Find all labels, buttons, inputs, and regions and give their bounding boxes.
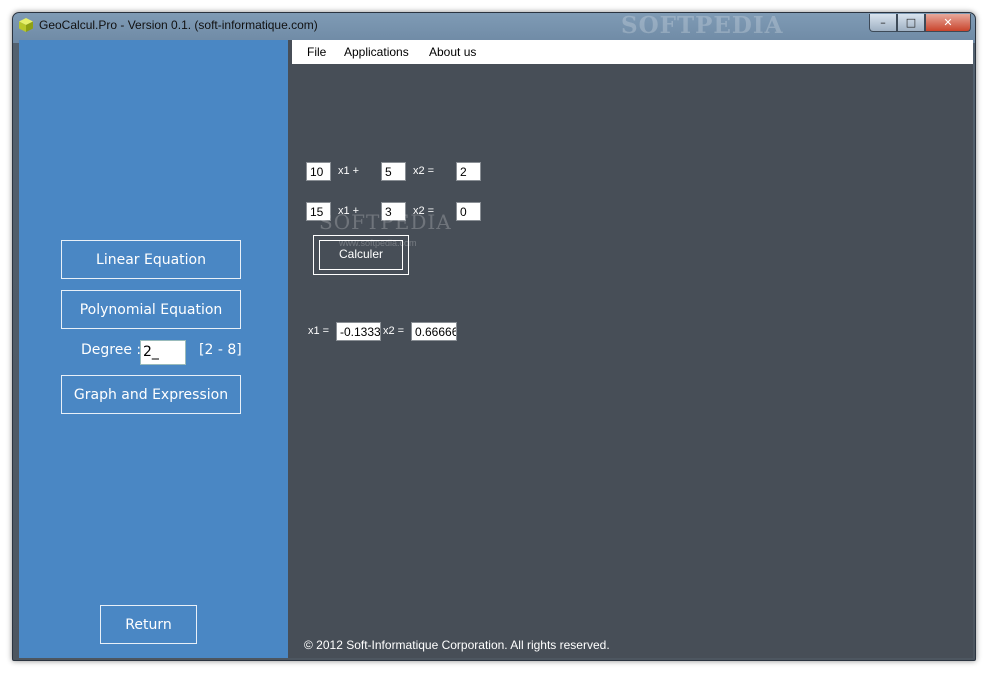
eq1-constant[interactable]: 2 <box>456 162 481 181</box>
copyright-text: © 2012 Soft-Informatique Corporation. Al… <box>304 638 610 652</box>
sidebar: Linear Equation Polynomial Equation Degr… <box>19 40 288 658</box>
menu-applications[interactable]: Applications <box>344 45 409 59</box>
close-button[interactable]: ✕ <box>925 14 971 32</box>
result-x2-value: 0.66666 <box>411 322 457 341</box>
title-bar[interactable]: GeoCalcul.Pro - Version 0.1. (soft-infor… <box>13 12 975 40</box>
calculate-button[interactable]: Calculer <box>319 240 403 270</box>
return-button[interactable]: Return <box>100 605 197 644</box>
eq1-x1-label: x1 + <box>338 165 360 177</box>
result-x1-label: x1 = <box>308 325 330 337</box>
eq1-coefficient-b[interactable]: 5 <box>381 162 406 181</box>
graph-expression-button[interactable]: Graph and Expression <box>61 375 241 414</box>
result-x1-value: -0.13333 <box>336 322 381 341</box>
menu-about-us[interactable]: About us <box>429 45 476 59</box>
client-area: Linear Equation Polynomial Equation Degr… <box>19 40 973 658</box>
window-controls: – □ ✕ <box>869 14 971 32</box>
eq2-constant[interactable]: 0 <box>456 202 481 221</box>
eq1-x2-label: x2 = <box>413 165 435 177</box>
app-window: GeoCalcul.Pro - Version 0.1. (soft-infor… <box>12 12 976 661</box>
result-x2-label: x2 = <box>383 325 405 337</box>
softpedia-watermark: SOFTPEDIA <box>621 12 784 39</box>
degree-label: Degree : <box>81 342 142 358</box>
minimize-button[interactable]: – <box>869 14 897 32</box>
window-title: GeoCalcul.Pro - Version 0.1. (soft-infor… <box>39 18 318 32</box>
softpedia-watermark-center: SOFTPEDIA <box>319 210 452 234</box>
degree-range-label: [2 - 8] <box>199 342 242 358</box>
menu-file[interactable]: File <box>307 45 326 59</box>
polynomial-equation-button[interactable]: Polynomial Equation <box>61 290 241 329</box>
linear-equation-button[interactable]: Linear Equation <box>61 240 241 279</box>
eq1-coefficient-a[interactable]: 10 <box>306 162 331 181</box>
degree-input[interactable]: 2_ <box>140 340 186 365</box>
app-cube-icon <box>19 18 33 32</box>
maximize-button[interactable]: □ <box>897 14 925 32</box>
menu-bar: File Applications About us <box>292 40 973 64</box>
